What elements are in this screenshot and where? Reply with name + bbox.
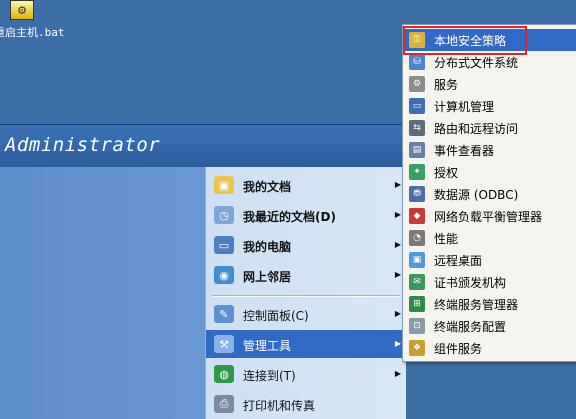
security-policy-icon: ⚿ [409,32,425,48]
submenu-item-label: 路由和远程访问 [434,122,519,136]
certificate-icon: ✉ [409,274,425,290]
submenu-item-certificate-authority[interactable]: ✉ 证书颁发机构 [403,271,576,293]
submenu-item-label: 服务 [434,78,459,92]
menu-item-my-computer[interactable]: ▭ 我的电脑 ▶ [206,231,406,259]
menu-item-label: 控制面板(C) [243,309,309,323]
nlb-icon: ◆ [409,208,425,224]
computer-management-icon: ▭ [409,98,425,114]
submenu-arrow-icon: ▶ [394,270,401,279]
recent-documents-icon: ◷ [214,206,234,224]
my-computer-icon: ▭ [214,236,234,254]
submenu-item-label: 分布式文件系统 [434,56,519,70]
terminal-services-manager-icon: ⊞ [409,296,425,312]
menu-item-label: 我最近的文档(D) [243,210,336,224]
submenu-item-licensing[interactable]: ✦ 授权 [403,161,576,183]
submenu-arrow-icon: ▶ [394,339,401,348]
network-places-icon: ◉ [214,266,234,284]
submenu-item-label: 证书颁发机构 [434,276,507,290]
submenu-item-label: 组件服务 [434,342,483,356]
submenu-arrow-icon: ▶ [394,240,401,249]
desktop-bat-file[interactable]: ⚙ 重启主机.bat [0,0,104,40]
menu-divider [212,295,400,297]
menu-item-connect-to[interactable]: ◍ 连接到(T) ▶ [206,360,406,388]
submenu-item-services[interactable]: ⚙ 服务 [403,73,576,95]
submenu-item-local-security-policy[interactable]: ⚿ 本地安全策略 [403,29,576,51]
menu-item-label: 我的电脑 [243,240,292,254]
submenu-item-label: 性能 [434,232,459,246]
menu-item-label: 连接到(T) [243,369,296,383]
connect-to-icon: ◍ [214,365,234,383]
submenu-item-component-services[interactable]: ❖ 组件服务 [403,337,576,359]
user-name: Administrator [5,134,161,156]
menu-item-printers[interactable]: ⎙ 打印机和传真 [206,390,406,418]
printer-icon: ⎙ [214,395,234,413]
submenu-item-terminal-services-config[interactable]: ⊡ 终端服务配置 [403,315,576,337]
component-services-icon: ❖ [409,340,425,356]
dfs-icon: ⛁ [409,54,425,70]
menu-item-label: 我的文档 [243,180,292,194]
submenu-arrow-icon: ▶ [394,369,401,378]
menu-item-network-places[interactable]: ◉ 网上邻居 ▶ [206,261,406,289]
submenu-item-dfs[interactable]: ⛁ 分布式文件系统 [403,51,576,73]
submenu-item-computer-management[interactable]: ▭ 计算机管理 [403,95,576,117]
batch-file-gear-icon: ⚙ [10,0,34,20]
submenu-item-label: 数据源 (ODBC) [434,188,519,202]
submenu-item-remote-desktop[interactable]: ▣ 远程桌面 [403,249,576,271]
submenu-item-label: 计算机管理 [434,100,495,114]
submenu-arrow-icon: ▶ [394,180,401,189]
submenu-item-label: 远程桌面 [434,254,483,268]
services-gear-icon: ⚙ [409,76,425,92]
submenu-item-routing[interactable]: ⇆ 路由和远程访问 [403,117,576,139]
routing-icon: ⇆ [409,120,425,136]
submenu-item-label: 网络负载平衡管理器 [434,210,543,224]
admin-tools-icon: ⚒ [214,335,234,353]
menu-item-label: 打印机和传真 [243,399,316,413]
submenu-item-event-viewer[interactable]: ▤ 事件查看器 [403,139,576,161]
submenu-arrow-icon: ▶ [394,309,401,318]
desktop-icon-label: 重启主机.bat [0,26,65,39]
remote-desktop-icon: ▣ [409,252,425,268]
start-menu-right-pane: ▣ 我的文档 ▶ ◷ 我最近的文档(D) ▶ ▭ 我的电脑 ▶ ◉ 网上邻居 ▶… [205,167,406,419]
submenu-item-nlb-manager[interactable]: ◆ 网络负载平衡管理器 [403,205,576,227]
menu-item-recent-documents[interactable]: ◷ 我最近的文档(D) ▶ [206,201,406,229]
menu-item-admin-tools[interactable]: ⚒ 管理工具 ▶ [206,330,406,358]
licensing-icon: ✦ [409,164,425,180]
submenu-item-odbc[interactable]: ⛃ 数据源 (ODBC) [403,183,576,205]
menu-item-my-documents[interactable]: ▣ 我的文档 ▶ [206,171,406,199]
menu-item-label: 网上邻居 [243,270,292,284]
odbc-icon: ⛃ [409,186,425,202]
menu-item-control-panel[interactable]: ✎ 控制面板(C) ▶ [206,300,406,328]
submenu-item-terminal-services-manager[interactable]: ⊞ 终端服务管理器 [403,293,576,315]
submenu-item-label: 本地安全策略 [434,34,507,48]
submenu-item-label: 终端服务配置 [434,320,507,334]
submenu-item-label: 终端服务管理器 [434,298,519,312]
submenu-item-performance[interactable]: ◔ 性能 [403,227,576,249]
my-documents-icon: ▣ [214,176,234,194]
start-menu-left-pane [0,167,205,419]
submenu-item-label: 事件查看器 [434,144,495,158]
control-panel-icon: ✎ [214,305,234,323]
performance-icon: ◔ [409,230,425,246]
terminal-services-config-icon: ⊡ [409,318,425,334]
menu-item-label: 管理工具 [243,339,292,353]
admin-tools-submenu: ⚿ 本地安全策略 ⛁ 分布式文件系统 ⚙ 服务 ▭ 计算机管理 ⇆ 路由和远程访… [402,24,576,362]
submenu-arrow-icon: ▶ [394,210,401,219]
submenu-item-label: 授权 [434,166,459,180]
event-viewer-icon: ▤ [409,142,425,158]
